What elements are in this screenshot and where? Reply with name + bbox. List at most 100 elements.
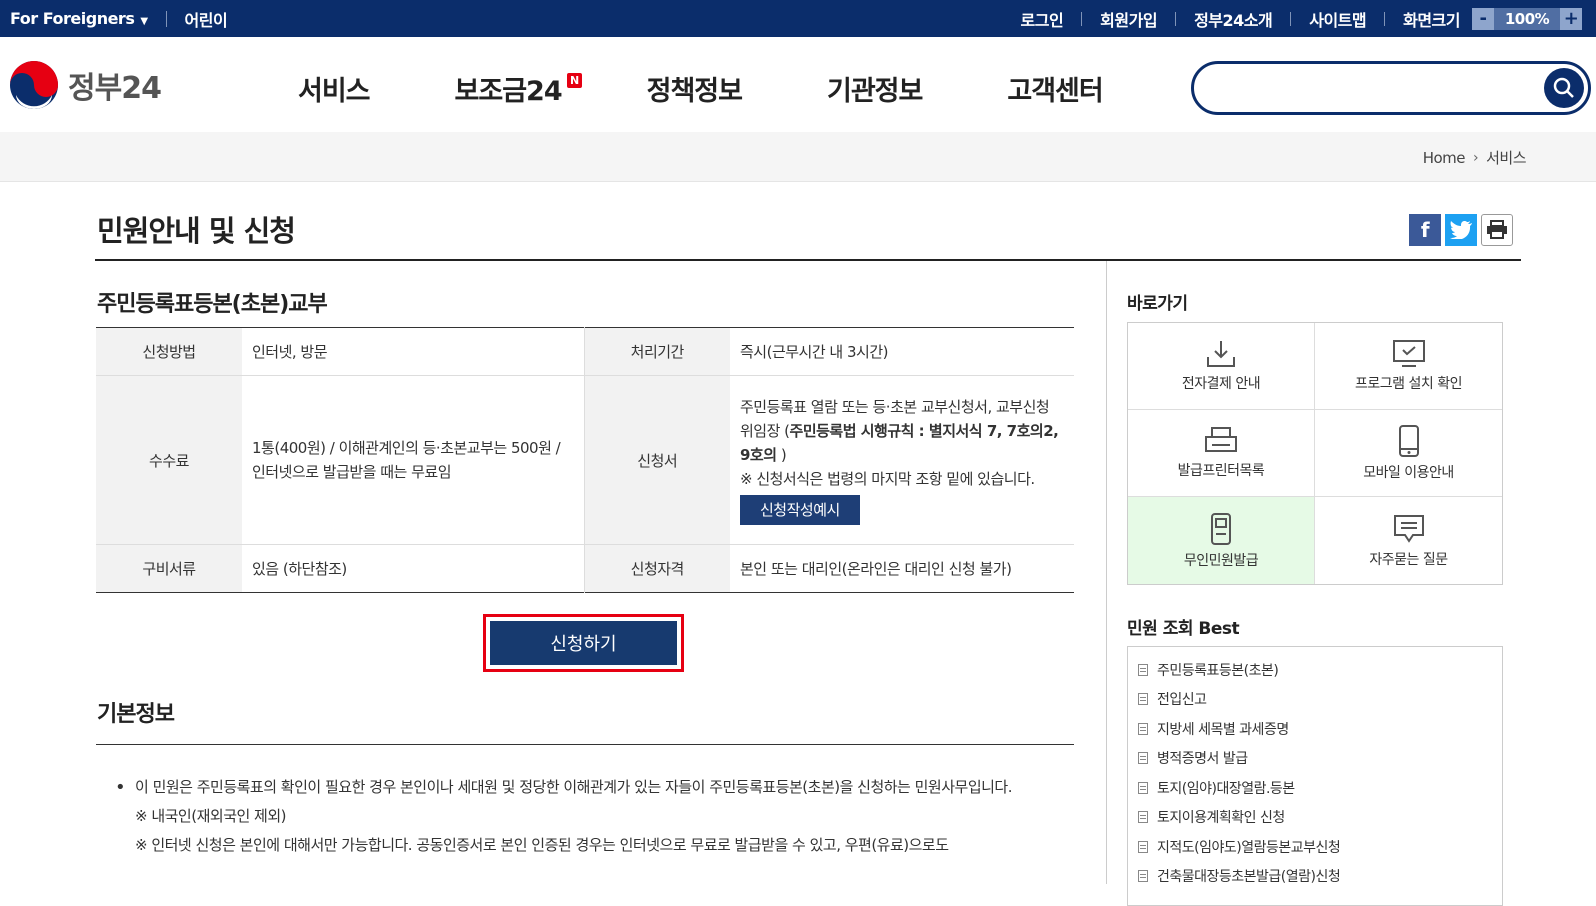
caret-down-icon: ▼ <box>140 16 148 27</box>
share-tools: f <box>1405 214 1513 246</box>
breadcrumb-home[interactable]: Home <box>1423 149 1466 167</box>
for-foreigners-link[interactable]: For Foreigners ▼ <box>10 9 148 28</box>
divider <box>1175 11 1177 26</box>
nav-policy[interactable]: 정책정보 <box>647 69 743 108</box>
basic-info-line: ※ 내국인(재외국인 제외) <box>135 807 287 825</box>
breadcrumb-bar: Home › 서비스 <box>0 132 1596 182</box>
basic-info-divider <box>96 744 1074 745</box>
document-icon <box>1138 663 1148 676</box>
basic-info-line: ※ 인터넷 신청은 본인에 대해서만 가능합니다. 공동인증서로 본인 인증된 … <box>135 836 949 854</box>
best-list-title: 민원 조회 Best <box>1127 619 1240 639</box>
global-nav: 서비스 보조금24 N 정책정보 기관정보 고객센터 <box>298 69 1188 108</box>
document-icon <box>1138 870 1148 883</box>
document-icon <box>1138 811 1148 824</box>
quick-link-program[interactable]: 프로그램 설치 확인 <box>1315 323 1502 410</box>
utility-right: 로그인 회원가입 정부24소개 사이트맵 화면크기 - 100% + <box>1021 0 1582 37</box>
quick-link-printers[interactable]: 발급프린터목록 <box>1128 410 1315 497</box>
method-label: 신청방법 <box>96 327 242 376</box>
search-icon <box>1553 77 1574 98</box>
nav-support[interactable]: 고객센터 <box>1007 69 1103 108</box>
form-value: 주민등록표 열람 또는 등·초본 교부신청서, 교부신청 위임장 (주민등록법 … <box>730 375 1074 545</box>
signup-link[interactable]: 회원가입 <box>1100 7 1157 31</box>
about-link[interactable]: 정부24소개 <box>1194 7 1273 31</box>
best-list-item[interactable]: 토지(임야)대장열람.등본 <box>1138 773 1492 803</box>
twitter-icon[interactable] <box>1445 214 1477 246</box>
quick-link-mobile[interactable]: 모바일 이용안내 <box>1315 410 1502 497</box>
utility-bar: For Foreigners ▼ 어린이 로그인 회원가입 정부24소개 사이트맵… <box>0 0 1596 37</box>
search-input[interactable] <box>1210 74 1520 102</box>
zoom-out-button[interactable]: - <box>1472 7 1494 30</box>
main-header: 정부24 서비스 보조금24 N 정책정보 기관정보 고객센터 <box>0 37 1596 132</box>
nav-subsidy[interactable]: 보조금24 N <box>455 69 582 108</box>
document-icon <box>1138 781 1148 794</box>
nav-agency[interactable]: 기관정보 <box>827 69 923 108</box>
breadcrumb: Home › 서비스 <box>1423 147 1527 168</box>
document-icon <box>1138 752 1148 765</box>
docs-value: 있음 (하단참조) <box>242 544 585 593</box>
document-icon <box>1138 722 1148 735</box>
quick-links-grid: 전자결제 안내 프로그램 설치 확인 발급프린터목록 모바일 이용안내 무인민원… <box>1127 322 1503 585</box>
best-list-item[interactable]: 지적도(임야도)열람등본교부신청 <box>1138 832 1492 862</box>
fee-value: 1통(400원) / 이해관계인의 등·초본교부는 500원 / 인터넷으로 발… <box>242 375 585 545</box>
new-badge: N <box>566 73 582 88</box>
kids-link[interactable]: 어린이 <box>185 7 228 31</box>
sitemap-link[interactable]: 사이트맵 <box>1309 7 1366 31</box>
search-button[interactable] <box>1544 68 1584 108</box>
download-icon <box>1207 341 1235 367</box>
quick-link-kiosk[interactable]: 무인민원발급 <box>1128 497 1315 584</box>
basic-info-text: • 이 민원은 주민등록표의 확인이 필요한 경우 본인이나 세대원 및 정당한… <box>115 773 1065 860</box>
period-label: 처리기간 <box>584 327 730 376</box>
best-list-item[interactable]: 주민등록표등본(초본) <box>1138 655 1492 685</box>
basic-info-title: 기본정보 <box>97 702 175 727</box>
print-icon[interactable] <box>1481 214 1513 246</box>
docs-label: 구비서류 <box>96 544 242 593</box>
breadcrumb-current[interactable]: 서비스 <box>1486 147 1526 168</box>
basic-info-line: 이 민원은 주민등록표의 확인이 필요한 경우 본인이나 세대원 및 정당한 이… <box>135 778 1013 796</box>
zoom-value: 100% <box>1494 7 1560 30</box>
service-info-table: 신청방법 인터넷, 방문 처리기간 즉시(근무시간 내 3시간) 수수료 1통(… <box>96 327 1074 593</box>
qualification-label: 신청자격 <box>584 544 730 593</box>
search-box <box>1191 61 1591 115</box>
monitor-icon <box>1392 340 1425 367</box>
apply-button[interactable]: 신청하기 <box>490 621 677 665</box>
zoom-control: - 100% + <box>1472 7 1582 30</box>
quick-link-payment[interactable]: 전자결제 안내 <box>1128 323 1315 410</box>
divider <box>1384 11 1386 26</box>
column-divider <box>1106 261 1107 884</box>
government-emblem-icon <box>10 61 58 109</box>
best-list-item[interactable]: 지방세 세목별 과세증명 <box>1138 714 1492 744</box>
site-logo[interactable]: 정부24 <box>8 59 162 111</box>
qualification-value: 본인 또는 대리인(온라인은 대리인 신청 불가) <box>740 559 1012 578</box>
period-value: 즉시(근무시간 내 3시간) <box>730 327 1074 376</box>
document-icon <box>1138 840 1148 853</box>
best-list-item[interactable]: 토지이용계획확인 신청 <box>1138 803 1492 833</box>
best-list-item[interactable]: 병적증명서 발급 <box>1138 744 1492 774</box>
login-link[interactable]: 로그인 <box>1021 7 1064 31</box>
quick-link-faq[interactable]: 자주묻는 질문 <box>1315 497 1502 584</box>
form-sample-button[interactable]: 신청작성예시 <box>740 495 860 525</box>
divider <box>1290 11 1292 26</box>
quick-links-title: 바로가기 <box>1127 294 1188 314</box>
best-list-item[interactable]: 전입신고 <box>1138 685 1492 715</box>
form-note: ※ 신청서식은 법령의 마지막 조항 밑에 있습니다. <box>740 470 1035 488</box>
divider <box>165 10 167 27</box>
mobile-icon <box>1398 425 1419 457</box>
utility-left: For Foreigners ▼ 어린이 <box>10 0 228 37</box>
nav-service[interactable]: 서비스 <box>298 69 371 108</box>
zoom-in-button[interactable]: + <box>1560 7 1582 30</box>
zoom-label: 화면크기 <box>1403 10 1460 30</box>
best-list-item[interactable]: 건축물대장등초본발급(열람)신청 <box>1138 862 1492 892</box>
title-divider <box>95 259 1521 261</box>
bullet: • <box>115 777 126 798</box>
printer-icon <box>1205 427 1237 452</box>
best-list: 주민등록표등본(초본) 전입신고 지방세 세목별 과세증명 병적증명서 발급 토… <box>1127 646 1503 906</box>
kiosk-icon <box>1211 512 1231 545</box>
form-label: 신청서 <box>584 375 730 545</box>
chat-icon <box>1393 514 1424 543</box>
document-icon <box>1138 693 1148 706</box>
divider <box>1081 11 1083 26</box>
logo-text: 정부24 <box>68 71 162 106</box>
apply-button-highlight: 신청하기 <box>483 614 684 672</box>
facebook-icon[interactable]: f <box>1409 214 1441 246</box>
page-title: 민원안내 및 신청 <box>97 214 296 248</box>
